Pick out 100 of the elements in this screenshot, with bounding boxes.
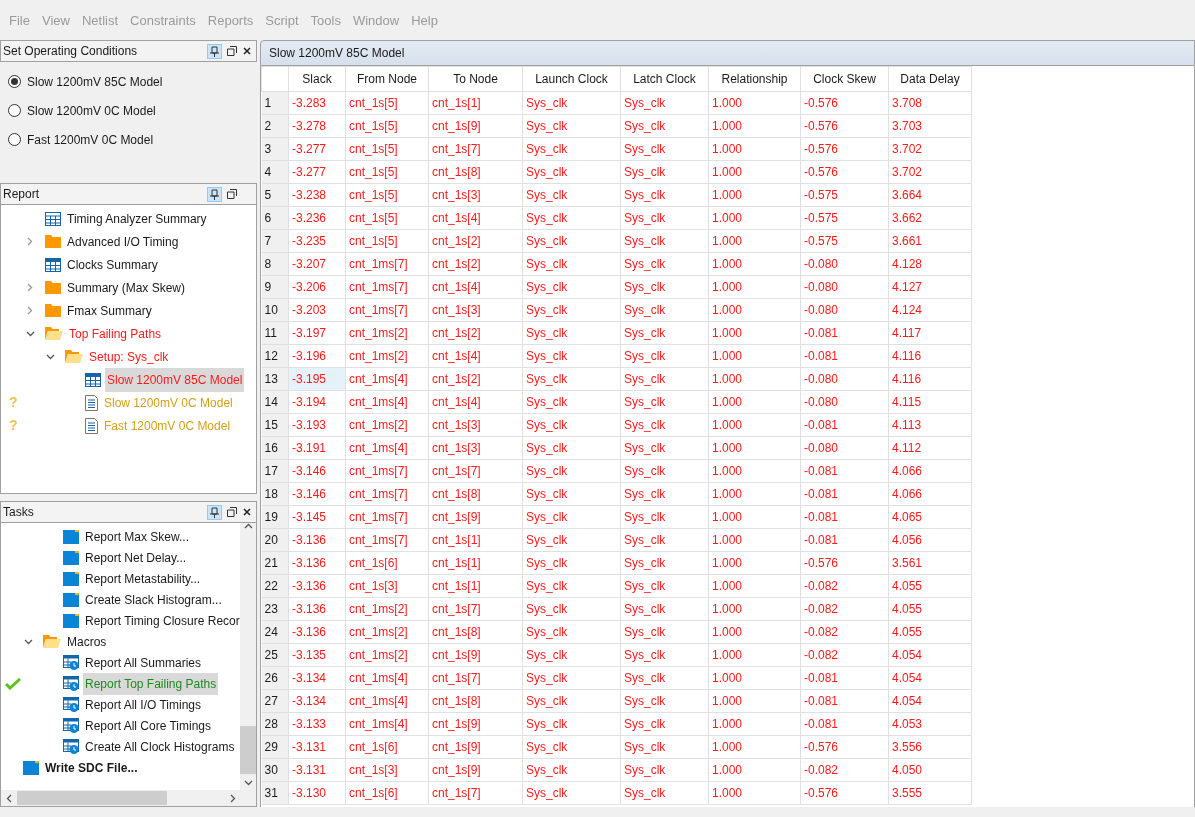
chevron-down-icon[interactable] xyxy=(45,353,55,360)
task-item[interactable]: Report Net Delay... xyxy=(83,546,189,569)
table-cell: 4.127 xyxy=(888,275,972,299)
task-item[interactable]: Report Metastability... xyxy=(83,567,203,590)
table-cell: -3.196 xyxy=(288,344,346,368)
row-number: 10 xyxy=(261,298,289,322)
table-cell: 1.000 xyxy=(708,321,801,345)
table-cell: 4.124 xyxy=(888,298,972,322)
table-cell: 1.000 xyxy=(708,298,801,322)
radio-button[interactable] xyxy=(8,104,21,117)
task-item[interactable]: Report All Summaries xyxy=(83,651,204,674)
table-cell: -0.080 xyxy=(800,436,889,460)
row-number: 6 xyxy=(261,206,289,230)
row-number: 17 xyxy=(261,459,289,483)
tree-item[interactable]: Fmax Summary xyxy=(65,298,154,323)
task-item[interactable]: Report All Core Timings xyxy=(83,714,214,737)
table-cell: cnt_1s[8] xyxy=(428,689,523,713)
chevron-right-icon[interactable] xyxy=(25,306,35,315)
restore-icon[interactable] xyxy=(224,189,239,199)
table-cell: cnt_1s[5] xyxy=(345,183,429,207)
column-header[interactable]: Relationship xyxy=(708,66,801,92)
scrollbar-thumb[interactable] xyxy=(240,726,256,774)
table-cell: Sys_clk xyxy=(522,91,621,115)
task-item[interactable]: Create Slack Histogram... xyxy=(83,588,224,611)
table-cell: Sys_clk xyxy=(522,620,621,644)
pin-icon[interactable] xyxy=(207,504,222,520)
chevron-right-icon[interactable] xyxy=(25,283,35,292)
radio-label[interactable]: Slow 1200mV 0C Model xyxy=(27,101,156,120)
task-item[interactable]: Report Timing Closure Recor xyxy=(83,609,240,632)
table-cell: Sys_clk xyxy=(620,321,709,345)
table-cell: Sys_clk xyxy=(522,597,621,621)
column-header[interactable]: Latch Clock xyxy=(620,66,709,92)
row-number: 5 xyxy=(261,183,289,207)
table-cell: 1.000 xyxy=(708,183,801,207)
vertical-scrollbar[interactable] xyxy=(240,523,256,790)
scrollbar-thumb[interactable] xyxy=(17,791,167,805)
row-number: 23 xyxy=(261,597,289,621)
table-cell: -0.576 xyxy=(800,551,889,575)
row-number: 9 xyxy=(261,275,289,299)
table-cell: 3.555 xyxy=(888,781,972,805)
tree-item[interactable]: Advanced I/O Timing xyxy=(65,229,181,254)
table-cell: -0.081 xyxy=(800,482,889,506)
table-cell: -0.080 xyxy=(800,275,889,299)
table-cell: -0.576 xyxy=(800,781,889,805)
restore-icon[interactable] xyxy=(224,507,239,517)
task-item[interactable]: Write SDC File... xyxy=(43,756,140,779)
table-cell: -3.206 xyxy=(288,275,346,299)
table-cell: cnt_1ms[7] xyxy=(345,505,429,529)
row-number: 14 xyxy=(261,390,289,414)
column-header[interactable]: Data Delay xyxy=(888,66,972,92)
table-cell: Sys_clk xyxy=(620,206,709,230)
scroll-up-icon[interactable] xyxy=(243,523,253,529)
table-cell: cnt_1s[1] xyxy=(428,551,523,575)
tree-item[interactable]: Setup: Sys_clk xyxy=(87,344,171,369)
table-cell: -3.133 xyxy=(288,712,346,736)
radio-button[interactable] xyxy=(8,75,21,88)
table-cell: -0.082 xyxy=(800,574,889,598)
table-cell: 1.000 xyxy=(708,160,801,184)
table-cell: cnt_1ms[2] xyxy=(345,321,429,345)
table-cell: Sys_clk xyxy=(522,183,621,207)
column-header[interactable]: Clock Skew xyxy=(800,66,889,92)
table-clock-icon xyxy=(63,654,79,671)
table-cell: cnt_1s[6] xyxy=(345,735,429,759)
chevron-right-icon[interactable] xyxy=(25,237,35,246)
table-cell: Sys_clk xyxy=(620,137,709,161)
table-cell: -0.575 xyxy=(800,229,889,253)
table-cell: Sys_clk xyxy=(522,344,621,368)
table-cell: -0.576 xyxy=(800,735,889,759)
tree-item[interactable]: Top Failing Paths xyxy=(67,321,164,346)
tree-item[interactable]: Clocks Summary xyxy=(65,252,160,277)
table-cell: -0.081 xyxy=(800,528,889,552)
task-item[interactable]: Macros xyxy=(65,630,109,653)
table-cell: Sys_clk xyxy=(522,482,621,506)
tree-item[interactable]: Summary (Max Skew) xyxy=(65,275,187,300)
pin-icon[interactable] xyxy=(207,186,222,202)
chevron-down-icon[interactable] xyxy=(23,638,33,645)
column-header[interactable]: From Node xyxy=(345,66,429,92)
radio-button[interactable] xyxy=(8,133,21,146)
chevron-down-icon[interactable] xyxy=(25,330,35,337)
column-header[interactable]: Slack xyxy=(288,66,346,92)
table-cell: Sys_clk xyxy=(620,528,709,552)
pin-icon[interactable] xyxy=(207,43,222,59)
horizontal-scrollbar[interactable] xyxy=(1,790,256,806)
restore-icon[interactable] xyxy=(224,46,239,56)
task-item[interactable]: Create All Clock Histograms xyxy=(83,735,237,758)
row-number: 30 xyxy=(261,758,289,782)
table-cell: 4.128 xyxy=(888,252,972,276)
table-cell: Sys_clk xyxy=(620,689,709,713)
radio-label[interactable]: Slow 1200mV 85C Model xyxy=(27,72,163,91)
task-item[interactable]: Report Max Skew... xyxy=(83,525,192,548)
column-header[interactable]: Launch Clock xyxy=(522,66,621,92)
table-cell: 3.702 xyxy=(888,160,972,184)
table-cell: cnt_1s[7] xyxy=(428,666,523,690)
radio-label[interactable]: Fast 1200mV 0C Model xyxy=(27,130,154,149)
folder-icon xyxy=(45,235,61,248)
task-item[interactable]: Report All I/O Timings xyxy=(83,693,204,716)
tree-item[interactable]: Timing Analyzer Summary xyxy=(65,206,209,231)
column-header[interactable]: To Node xyxy=(428,66,523,92)
open-folder-icon xyxy=(65,350,83,363)
table-cell: -0.575 xyxy=(800,183,889,207)
